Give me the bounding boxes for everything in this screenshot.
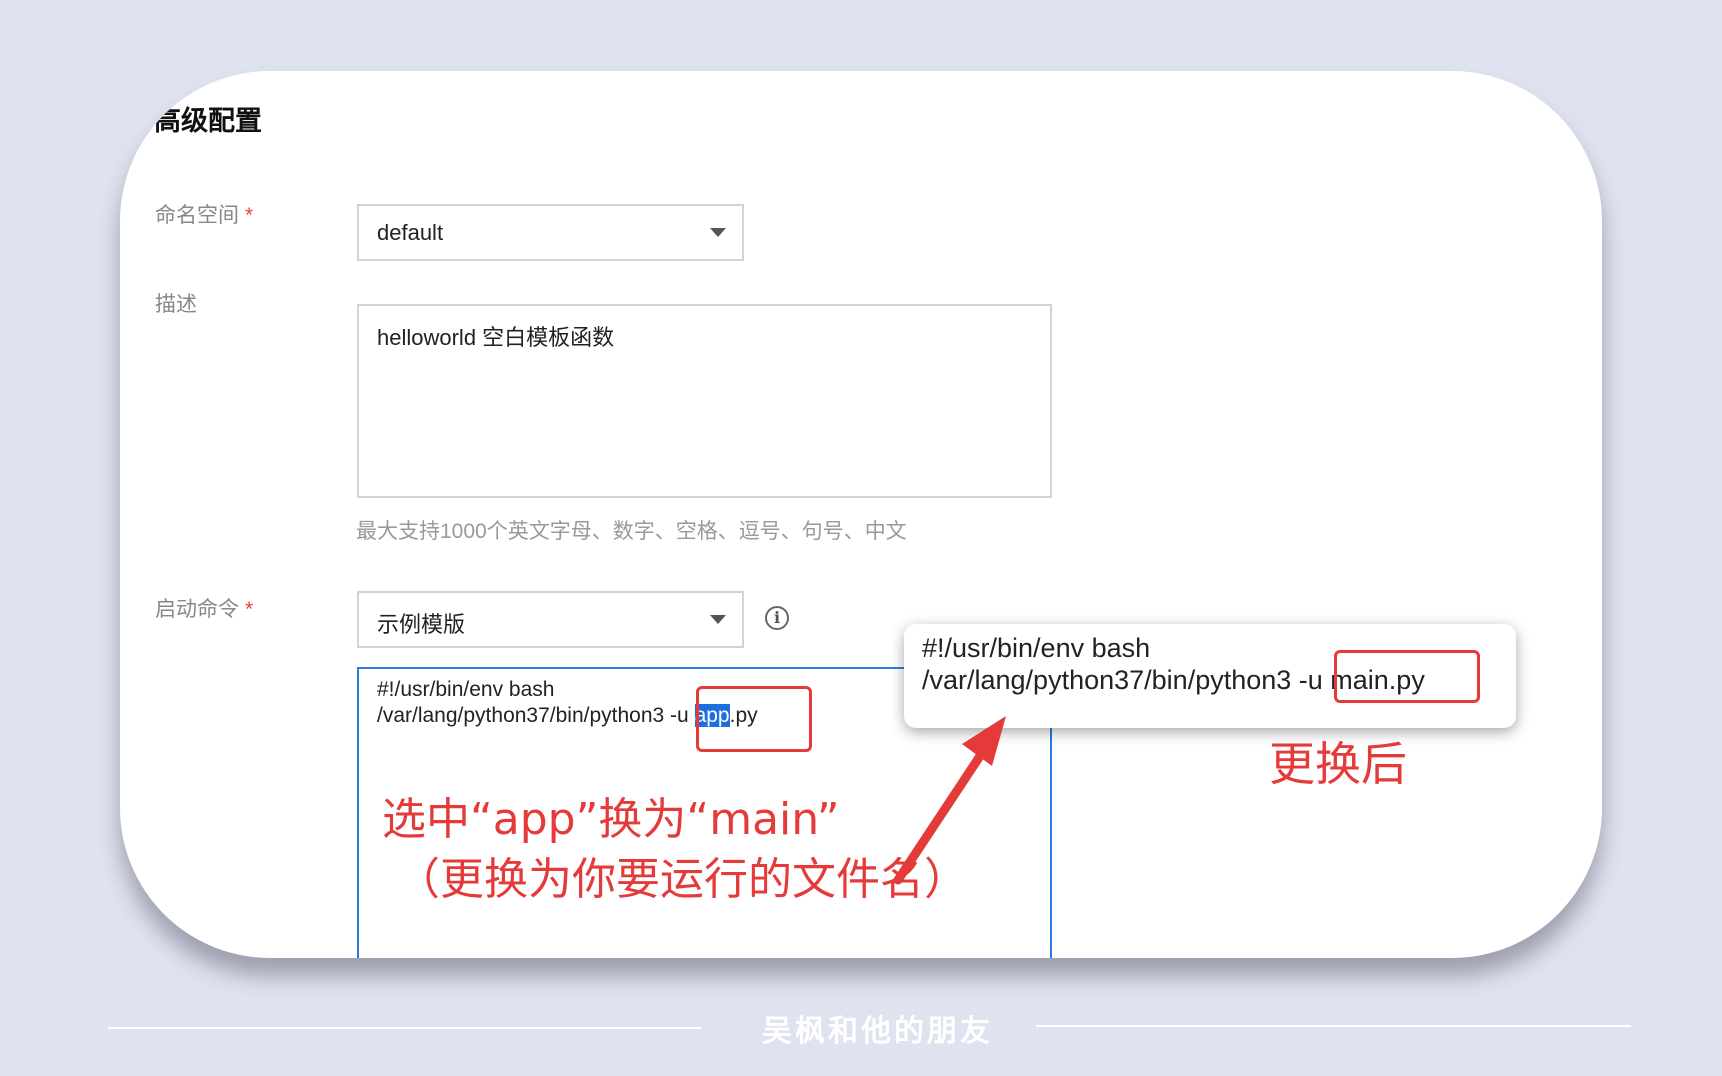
description-hint: 最大支持1000个英文字母、数字、空格、逗号、句号、中文 [356, 520, 907, 543]
instruction-line-2: （更换为你要运行的文件名） [396, 854, 968, 905]
namespace-value: default [377, 220, 444, 245]
instruction-line-1: 选中“app”换为“main” [382, 794, 840, 845]
description-value: helloworld 空白模板函数 [377, 325, 615, 350]
popup-code-prefix: /var/lang/python37/bin/python3 - [922, 665, 1308, 695]
footer-signature: 吴枫和他的朋友 [762, 1014, 993, 1049]
required-mark: * [245, 204, 254, 227]
footer-divider-left [108, 1027, 702, 1029]
namespace-select[interactable]: default [357, 204, 744, 261]
caret-down-icon [710, 615, 726, 624]
code-line-2-prefix: /var/lang/python37/bin/python3 -u [377, 704, 695, 727]
code-line-1: #!/usr/bin/env bash [377, 678, 555, 701]
highlight-box-app [696, 686, 812, 752]
section-title: 高级配置 [154, 106, 262, 136]
highlight-box-main [1334, 650, 1480, 703]
advanced-config-panel: 高级配置 命名空间 * default 描述 helloworld 空白模板函数 … [120, 71, 1602, 958]
startup-template-value: 示例模版 [377, 612, 466, 637]
description-label: 描述 [155, 293, 197, 316]
startup-template-select[interactable]: 示例模版 [357, 591, 744, 648]
namespace-label: 命名空间 * [155, 199, 253, 229]
popup-code-line-1: #!/usr/bin/env bash [922, 633, 1151, 663]
required-mark: * [245, 598, 254, 621]
footer-divider-right [1036, 1025, 1631, 1027]
startup-label-text: 启动命令 [155, 598, 239, 621]
info-icon[interactable]: i [765, 606, 789, 630]
after-change-label: 更换后 [1269, 737, 1407, 791]
caret-down-icon [710, 228, 726, 237]
startup-label: 启动命令 * [155, 593, 253, 623]
namespace-label-text: 命名空间 [155, 204, 239, 227]
description-textarea[interactable]: helloworld 空白模板函数 [357, 304, 1052, 498]
